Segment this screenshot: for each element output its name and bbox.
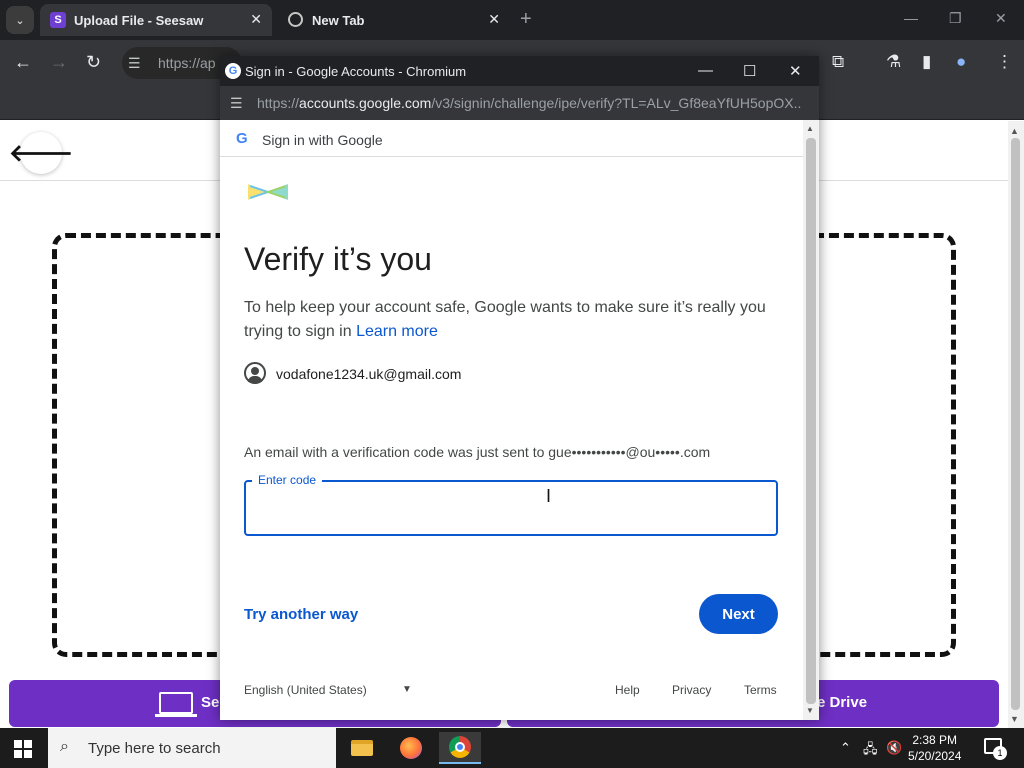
terms-link[interactable]: Terms bbox=[744, 683, 777, 697]
popup-window-title: Sign in - Google Accounts - Chromium bbox=[245, 64, 467, 79]
search-icon: ⌕ bbox=[60, 738, 69, 755]
privacy-link[interactable]: Privacy bbox=[672, 683, 711, 697]
description-text: To help keep your account safe, Google w… bbox=[244, 299, 766, 340]
side-panel-icon[interactable]: ▮ bbox=[922, 52, 931, 72]
help-link[interactable]: Help bbox=[615, 683, 640, 697]
seesaw-favicon-icon: S bbox=[50, 12, 66, 28]
windows-taskbar: ⌕ Type here to search ⌃ 🖧 🔇 2:38 PM 5/20… bbox=[0, 728, 1024, 768]
tab-strip: ⌄ S Upload File - Seesaw ✕ New Tab ✕ + —… bbox=[0, 0, 1024, 40]
laptop-icon bbox=[155, 692, 197, 717]
description: To help keep your account safe, Google w… bbox=[244, 296, 789, 344]
tab-title: Upload File - Seesaw bbox=[74, 12, 204, 28]
file-explorer-button[interactable] bbox=[341, 732, 383, 764]
volume-muted-icon[interactable]: 🔇 bbox=[886, 740, 902, 756]
scroll-up-icon[interactable]: ▲ bbox=[806, 124, 814, 133]
google-drive-label: e Drive bbox=[817, 694, 868, 711]
google-g-icon: G bbox=[236, 130, 248, 147]
site-info-icon[interactable]: ☰ bbox=[128, 55, 141, 72]
scroll-down-icon[interactable]: ▼ bbox=[806, 706, 814, 715]
clock-time: 2:38 PM bbox=[912, 733, 958, 747]
labs-flask-icon[interactable]: ⚗ bbox=[886, 52, 901, 72]
notification-badge: 1 bbox=[993, 746, 1007, 760]
caret-down-icon[interactable]: ▼ bbox=[402, 684, 412, 695]
try-another-way-link[interactable]: Try another way bbox=[244, 606, 358, 623]
signin-header: G Sign in with Google bbox=[220, 120, 803, 157]
url-path: /v3/signin/challenge/ipe/verify?TL=ALv_G… bbox=[431, 95, 802, 111]
verification-code-input[interactable] bbox=[260, 496, 760, 524]
scroll-down-icon[interactable]: ▼ bbox=[1010, 714, 1019, 724]
site-info-icon[interactable]: ☰ bbox=[230, 95, 243, 112]
reload-icon[interactable]: ↻ bbox=[86, 52, 101, 73]
taskbar-search-box[interactable]: ⌕ Type here to search bbox=[48, 728, 336, 768]
menu-kebab-icon[interactable]: ⋮ bbox=[996, 52, 1013, 72]
tab-new-tab[interactable]: New Tab ✕ bbox=[278, 4, 510, 36]
url-scheme: https:// bbox=[257, 95, 300, 111]
firefox-icon bbox=[400, 737, 422, 759]
extensions-icon[interactable]: ⧉ bbox=[832, 52, 844, 72]
maximize-icon[interactable]: ☐ bbox=[743, 62, 756, 80]
chromium-google-icon: G bbox=[225, 63, 241, 79]
seesaw-logo bbox=[248, 184, 288, 200]
tab-title: New Tab bbox=[312, 12, 365, 28]
forward-arrow-icon[interactable]: → bbox=[50, 52, 68, 73]
minimize-icon[interactable]: — bbox=[698, 62, 713, 79]
url-host: accounts.google.com bbox=[299, 95, 432, 111]
verification-sent-message: An email with a verification code was ju… bbox=[244, 444, 711, 460]
restore-icon[interactable]: ❐ bbox=[949, 10, 962, 27]
popup-scrollbar-thumb[interactable] bbox=[806, 138, 816, 704]
clock-date: 5/20/2024 bbox=[908, 749, 962, 763]
globe-icon bbox=[288, 12, 303, 27]
page-scrollbar-thumb[interactable] bbox=[1011, 138, 1020, 710]
page-title: Verify it’s you bbox=[244, 241, 432, 277]
chromium-icon bbox=[449, 736, 471, 758]
learn-more-link[interactable]: Learn more bbox=[356, 323, 438, 340]
next-button[interactable]: Next bbox=[699, 594, 778, 634]
code-field-label: Enter code bbox=[252, 473, 323, 487]
profile-avatar-icon[interactable]: ● bbox=[956, 52, 966, 72]
tab-search-button[interactable]: ⌄ bbox=[6, 6, 34, 34]
google-signin-popup: G Sign in - Google Accounts - Chromium —… bbox=[220, 56, 819, 720]
chromium-button[interactable] bbox=[439, 732, 481, 764]
windows-start-icon[interactable] bbox=[14, 740, 32, 758]
folder-icon bbox=[351, 740, 373, 756]
text-cursor-icon: I bbox=[546, 486, 552, 506]
tab-upload-file-seesaw[interactable]: S Upload File - Seesaw ✕ bbox=[40, 4, 272, 36]
account-email: vodafone1234.uk@gmail.com bbox=[276, 366, 462, 382]
close-window-icon[interactable]: ✕ bbox=[789, 62, 802, 80]
close-tab-icon[interactable]: ✕ bbox=[488, 11, 500, 28]
back-button[interactable]: 🡐 bbox=[9, 132, 73, 174]
firefox-button[interactable] bbox=[390, 732, 432, 764]
back-arrow-icon: 🡐 bbox=[8, 140, 74, 167]
scroll-up-icon[interactable]: ▲ bbox=[1010, 126, 1019, 136]
popup-url: https://accounts.google.com/v3/signin/ch… bbox=[257, 95, 802, 111]
network-icon[interactable]: 🖧 bbox=[863, 740, 878, 762]
back-arrow-icon[interactable]: ← bbox=[14, 52, 32, 73]
chevron-up-icon[interactable]: ⌃ bbox=[840, 740, 851, 756]
popup-titlebar: G Sign in - Google Accounts - Chromium —… bbox=[220, 56, 819, 86]
close-window-icon[interactable]: ✕ bbox=[995, 10, 1007, 27]
new-tab-button[interactable]: + bbox=[520, 8, 532, 31]
popup-url-bar[interactable]: ☰ https://accounts.google.com/v3/signin/… bbox=[220, 86, 819, 120]
minimize-icon[interactable]: — bbox=[904, 10, 918, 26]
language-selector[interactable]: English (United States) bbox=[244, 683, 367, 697]
account-circle-icon bbox=[244, 362, 266, 384]
search-placeholder: Type here to search bbox=[88, 740, 221, 757]
close-tab-icon[interactable]: ✕ bbox=[250, 11, 262, 28]
system-clock[interactable]: 2:38 PM 5/20/2024 bbox=[908, 732, 961, 764]
signin-header-text: Sign in with Google bbox=[262, 132, 383, 148]
